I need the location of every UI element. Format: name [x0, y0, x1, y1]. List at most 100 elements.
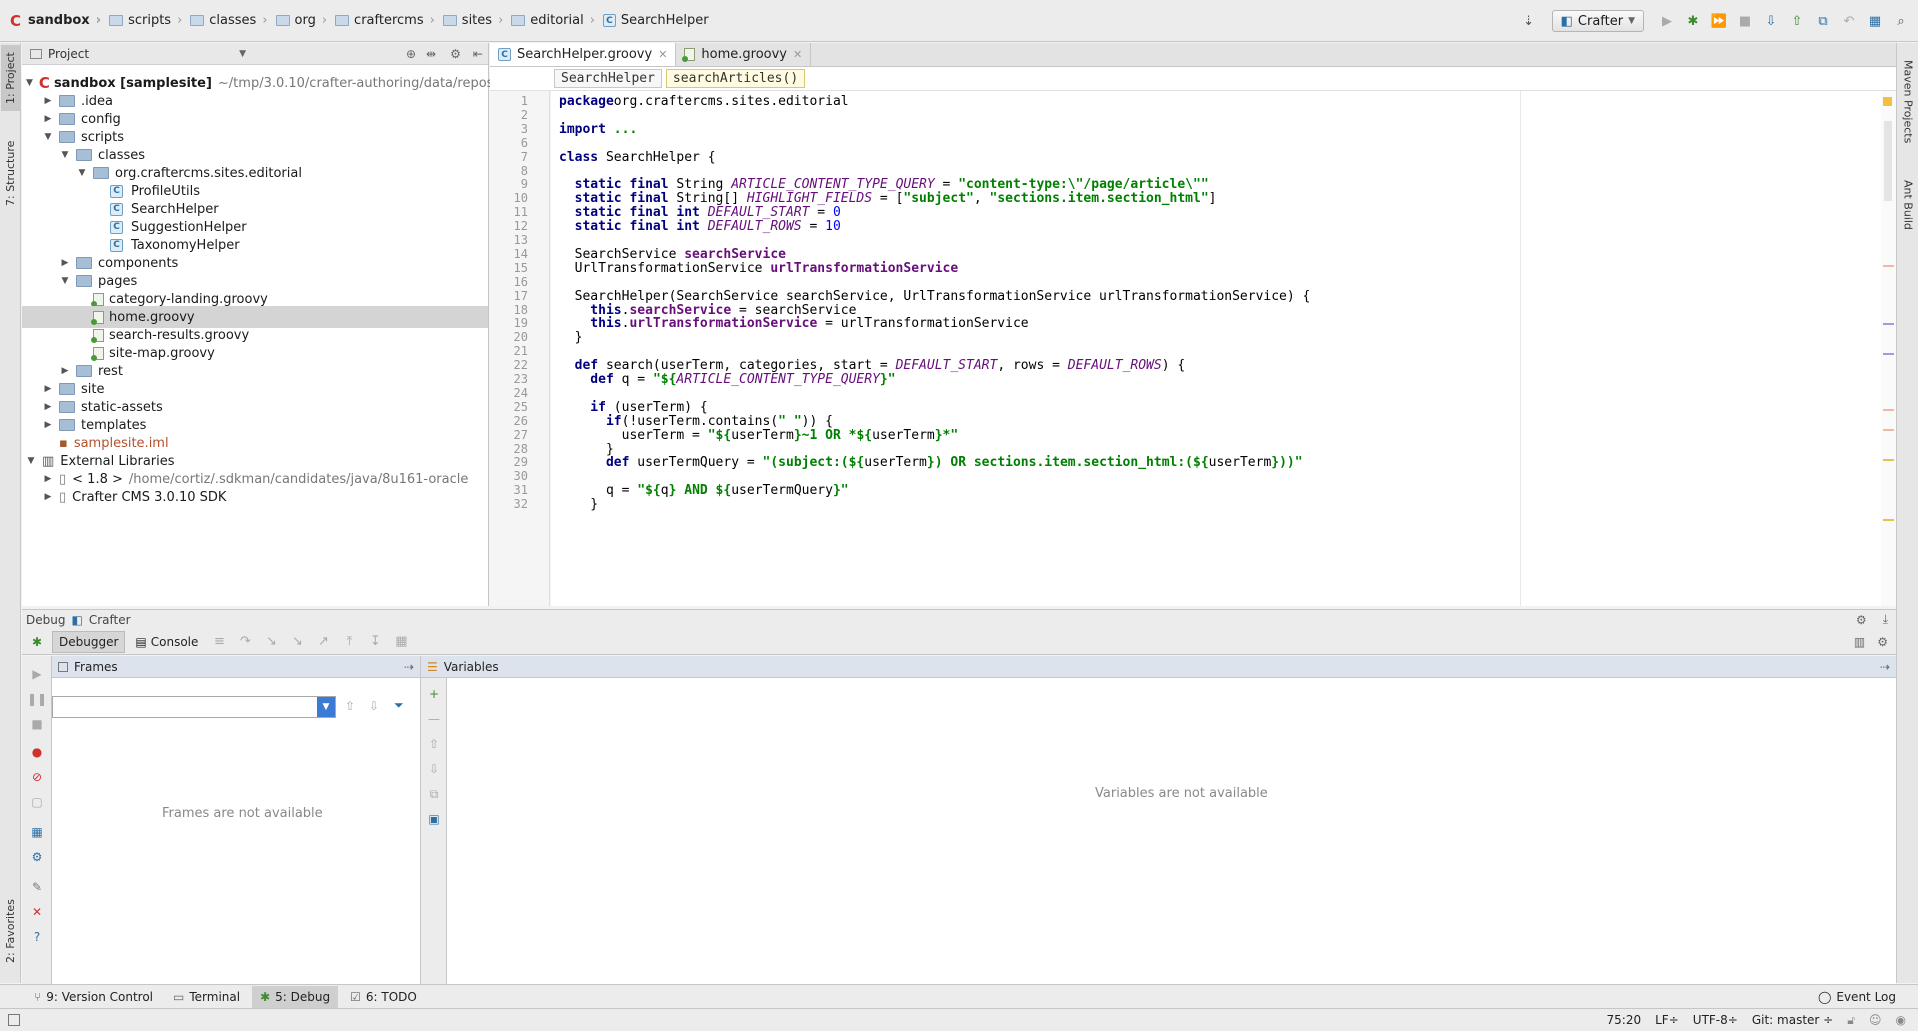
force-step-into-icon[interactable]: ↘ [286, 631, 308, 653]
step-into-icon[interactable]: ↘ [260, 631, 282, 653]
tab-debugger[interactable]: Debugger [52, 630, 126, 653]
collapse-arrow-icon[interactable]: ▶ [60, 258, 70, 268]
close-icon[interactable]: ✕ [658, 48, 667, 61]
expand-arrow-icon[interactable]: ▼ [43, 132, 53, 142]
breadcrumb-item[interactable]: sites › [439, 9, 507, 33]
expand-arrow-icon[interactable]: ▼ [26, 78, 33, 88]
arrow-down-icon[interactable]: ⇩ [426, 761, 442, 777]
panel-toggle-icon[interactable] [8, 1014, 20, 1026]
thread-select[interactable]: ▼ [52, 696, 336, 718]
project-panel-title[interactable]: Project [48, 47, 89, 61]
event-log-button[interactable]: ◯ Event Log [1810, 986, 1904, 1008]
breadcrumb-item[interactable]: craftercms › [331, 9, 439, 33]
editor-scrollbar[interactable] [1881, 91, 1896, 606]
breadcrumb-item[interactable]: editorial › [507, 9, 599, 33]
collapse-arrow-icon[interactable]: ▶ [43, 114, 53, 124]
chevron-down-icon[interactable]: ▼ [239, 49, 246, 59]
caret-position[interactable]: 75:20 [1607, 1013, 1642, 1027]
remove-watch-icon[interactable]: — [426, 711, 442, 727]
build-icon[interactable]: ⇣ [1518, 10, 1540, 32]
filter-icon[interactable]: ⏷ [394, 698, 404, 713]
structure-tool-tab[interactable]: 7: Structure [1, 135, 20, 211]
tree-item[interactable]: ▶ ▯ Crafter CMS 3.0.10 SDK [22, 486, 488, 508]
revert-icon[interactable]: ↶ [1838, 10, 1860, 32]
tool-window-tab[interactable]: ☑ 6: TODO [342, 986, 425, 1008]
tool-window-tab[interactable]: ⑂ 9: Version Control [26, 986, 161, 1008]
collapse-arrow-icon[interactable]: ▶ [43, 492, 53, 502]
breadcrumb-item[interactable]: classes › [186, 9, 271, 33]
run-coverage-icon[interactable]: ⏩ [1708, 10, 1730, 32]
hide-panel-icon[interactable]: ⤓ [1883, 612, 1888, 627]
stop-icon[interactable]: ■ [29, 716, 45, 732]
collapse-arrow-icon[interactable]: ▶ [43, 474, 53, 484]
project-structure-icon[interactable]: ▦ [1864, 10, 1886, 32]
arrow-up-icon[interactable]: ⇧ [345, 699, 355, 713]
collapse-arrow-icon[interactable]: ▶ [43, 384, 53, 394]
vcs-update-icon[interactable]: ⇩ [1760, 10, 1782, 32]
scroll-from-source-icon[interactable]: ⊕ [406, 47, 416, 61]
project-tool-tab[interactable]: 1: Project [1, 45, 20, 111]
run-icon[interactable]: ▶ [1656, 10, 1678, 32]
mute-breakpoints-icon[interactable]: ⊘ [29, 769, 45, 785]
pause-icon[interactable]: ❚❚ [27, 691, 47, 707]
close-icon[interactable]: ✕ [793, 48, 802, 61]
close-icon[interactable]: ✕ [29, 904, 45, 920]
maven-projects-tool-tab[interactable]: Maven Projects [1899, 47, 1917, 157]
collapse-arrow-icon[interactable]: ▶ [43, 420, 53, 430]
add-watch-icon[interactable]: + [426, 686, 442, 702]
step-over-icon[interactable]: ↷ [234, 631, 256, 653]
editor-tab[interactable]: C SearchHelper.groovy ✕ [490, 43, 677, 66]
code-breadcrumb-item[interactable]: searchArticles() [665, 69, 806, 88]
gear-icon[interactable]: ⚙ [1877, 635, 1888, 649]
settings-icon[interactable]: ⚙ [29, 849, 45, 865]
collapse-arrow-icon[interactable]: ▶ [43, 402, 53, 412]
expand-arrow-icon[interactable]: ▼ [77, 168, 87, 178]
warning-marker-icon[interactable] [1883, 97, 1892, 106]
drop-frame-icon[interactable]: ⤒ [338, 631, 360, 653]
watches-icon[interactable]: ▣ [426, 811, 442, 827]
restore-layout-icon[interactable]: ▥ [1854, 635, 1865, 649]
gear-icon[interactable]: ⚙ [1856, 613, 1867, 627]
collapse-arrow-icon[interactable]: ▶ [43, 96, 53, 106]
expand-arrow-icon[interactable]: ▼ [60, 150, 70, 160]
expand-arrow-icon[interactable]: ▼ [60, 276, 70, 286]
tool-window-tab[interactable]: ▭ Terminal [165, 986, 248, 1008]
gear-icon[interactable]: ⚙ [450, 47, 461, 61]
step-out-icon[interactable]: ↗ [312, 631, 334, 653]
breadcrumb-item[interactable]: C SearchHelper [599, 9, 713, 33]
debug-icon[interactable]: ✱ [1682, 10, 1704, 32]
code-editor[interactable]: packageorg.craftercms.sites.editorial imp… [551, 91, 1881, 606]
breadcrumb-item[interactable]: org › [272, 9, 332, 33]
favorites-tool-tab[interactable]: 2: Favorites [1, 891, 20, 971]
search-icon[interactable]: ⌕ [1890, 10, 1912, 32]
arrow-down-icon[interactable]: ⇩ [369, 699, 379, 713]
get-thread-dump-icon[interactable]: ▢ [29, 794, 45, 810]
notifications-icon[interactable]: ◉ [1896, 1013, 1906, 1027]
stop-icon[interactable]: ■ [1734, 10, 1756, 32]
help-icon[interactable]: ? [29, 929, 45, 945]
git-branch[interactable]: Git: master ÷ [1752, 1013, 1833, 1027]
debug-config-label[interactable]: Crafter [89, 613, 131, 627]
chevron-down-icon[interactable]: ▼ [317, 697, 335, 717]
tab-console[interactable]: ▤ Console [129, 631, 204, 653]
arrow-up-icon[interactable]: ⇧ [426, 736, 442, 752]
evaluate-icon[interactable]: ▦ [390, 631, 412, 653]
compare-icon[interactable]: ⧉ [1812, 10, 1834, 32]
resume-icon[interactable]: ▶ [29, 666, 45, 682]
show-execution-point-icon[interactable]: ≡ [208, 631, 230, 653]
breadcrumb-item[interactable]: Csandbox › [6, 9, 105, 33]
file-encoding[interactable]: UTF-8÷ [1693, 1013, 1738, 1027]
pin-icon[interactable]: ⇢ [404, 660, 414, 674]
tool-window-tab[interactable]: ✱ 5: Debug [252, 985, 339, 1008]
collapse-all-icon[interactable]: ⇹ [426, 47, 436, 61]
restore-layout-icon[interactable]: ▦ [29, 824, 45, 840]
copy-icon[interactable]: ⧉ [426, 786, 442, 802]
view-breakpoints-icon[interactable]: ● [29, 744, 45, 760]
lock-icon[interactable]: 🔓︎ [1847, 1013, 1855, 1028]
hide-panel-icon[interactable]: ⇤ [473, 47, 483, 61]
run-to-cursor-icon[interactable]: ↧ [364, 631, 386, 653]
line-separator[interactable]: LF÷ [1655, 1013, 1679, 1027]
pin-icon[interactable]: ✎ [29, 879, 45, 895]
collapse-arrow-icon[interactable]: ▶ [60, 366, 70, 376]
vcs-commit-icon[interactable]: ⇧ [1786, 10, 1808, 32]
